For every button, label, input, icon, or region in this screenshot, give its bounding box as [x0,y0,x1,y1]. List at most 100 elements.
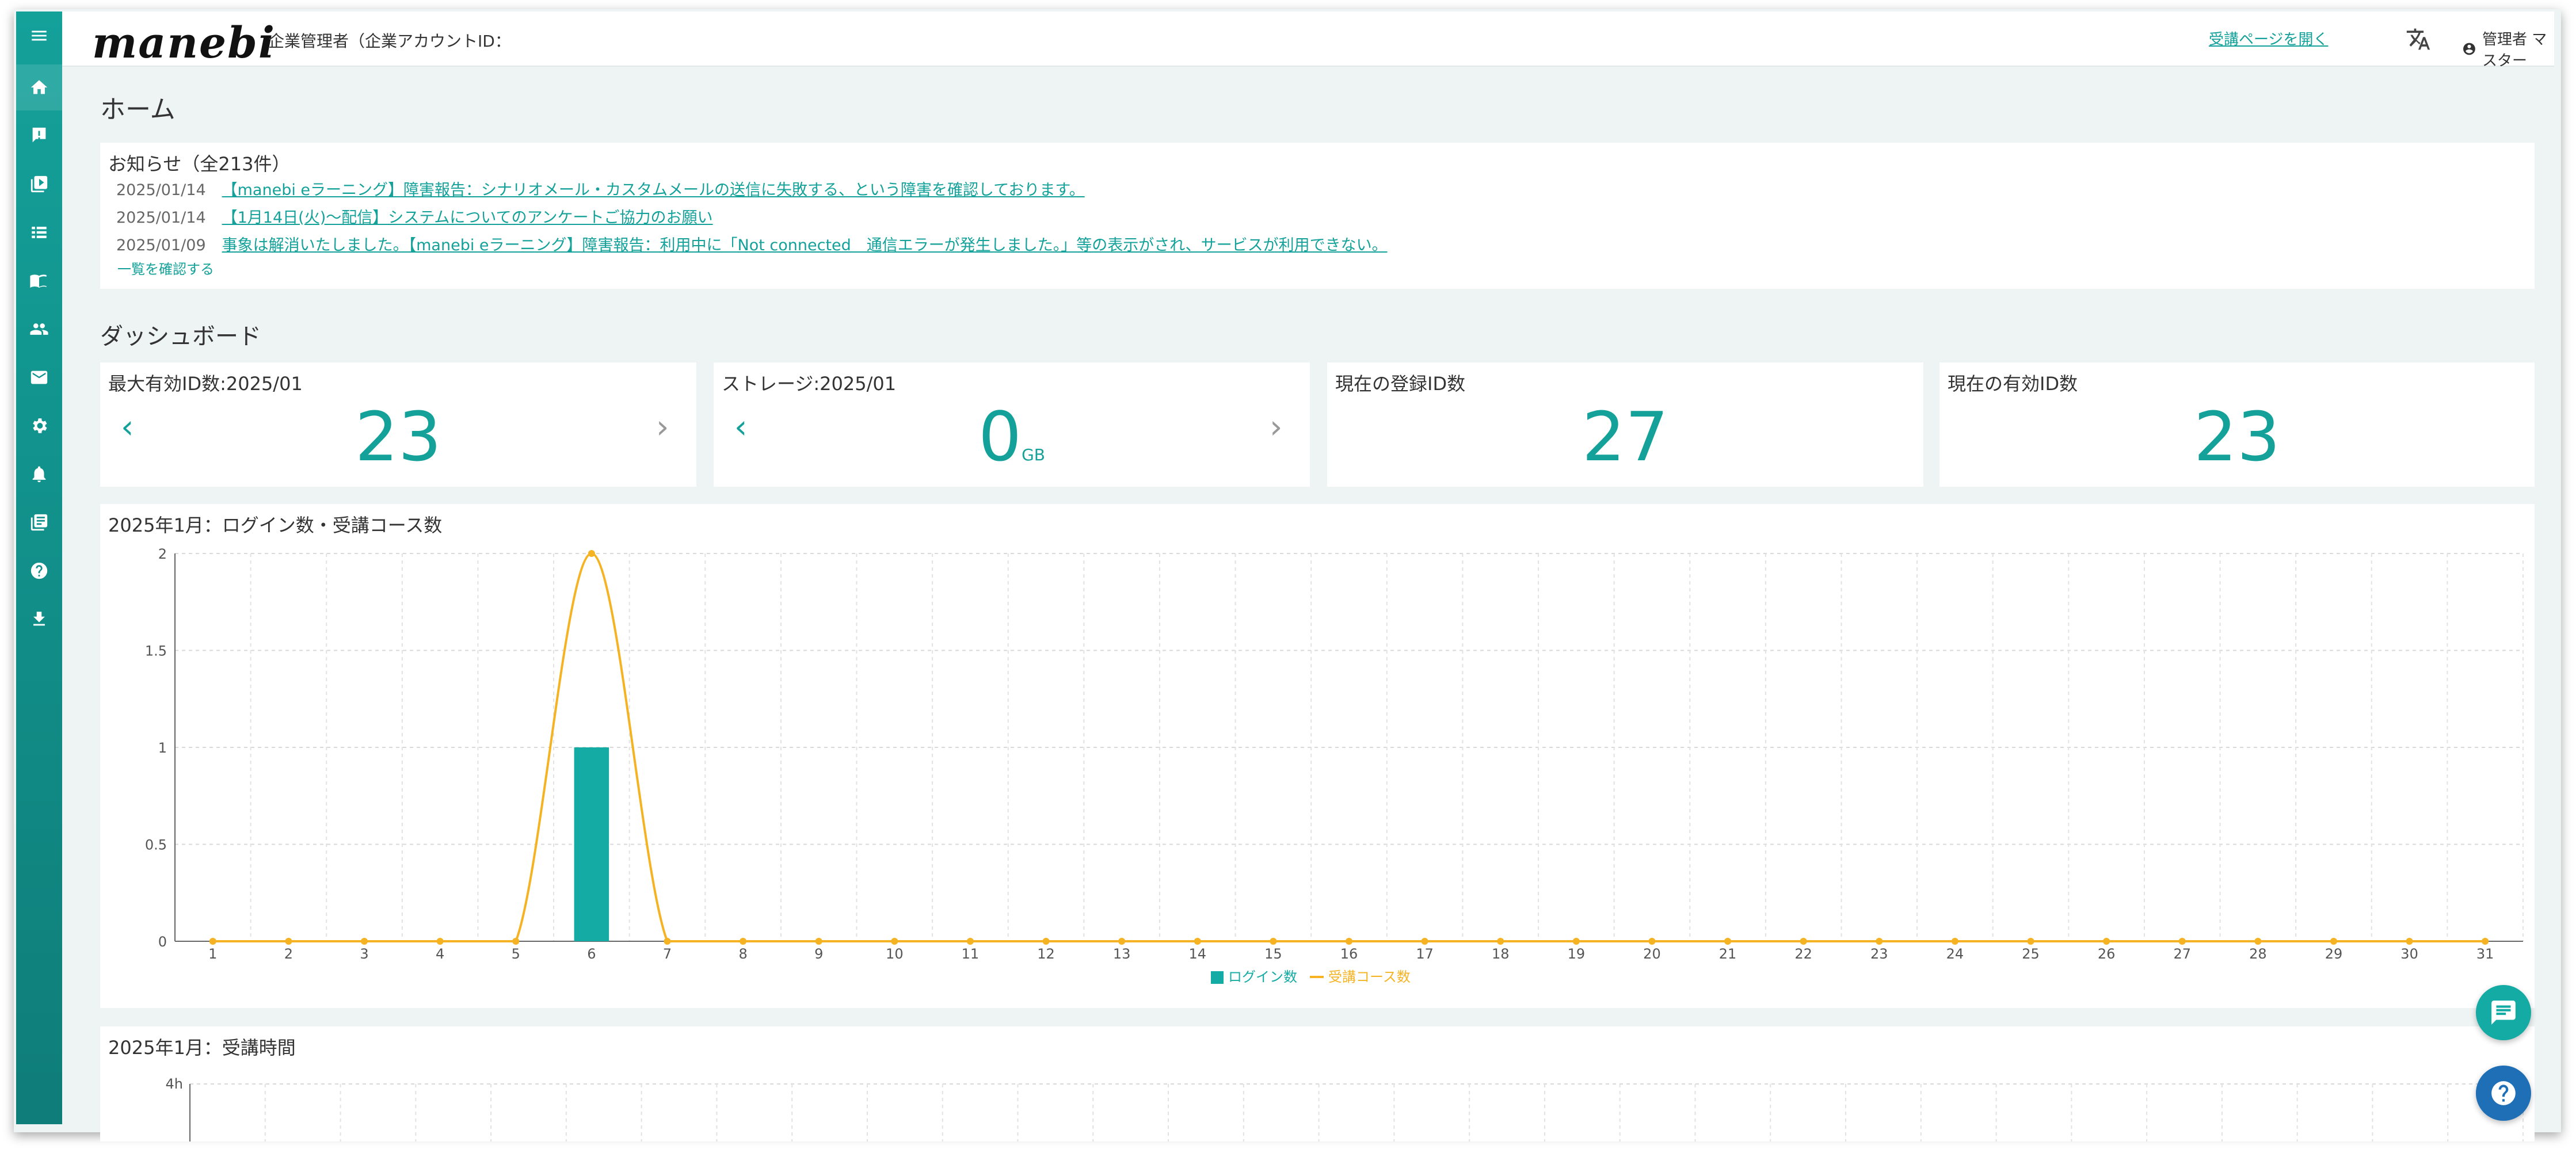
point-course-count[interactable] [2178,938,2186,945]
point-course-count[interactable] [2406,938,2413,945]
news-card: お知らせ（全213件） 2025/01/14 【manebi eラーニング】障害報… [100,143,2535,289]
book-icon[interactable] [16,258,62,304]
video-library-icon[interactable] [16,161,62,207]
point-course-count[interactable] [2027,938,2034,945]
point-course-count[interactable] [1270,938,1277,945]
menu-icon[interactable] [16,13,62,59]
point-course-count[interactable] [1648,938,1656,945]
users-icon[interactable] [16,306,62,352]
legend-label-course[interactable]: 受講コース数 [1328,969,1411,985]
see-all-news-link[interactable]: 一覧を確認する [117,258,214,278]
x-tick-label: 9 [814,946,823,962]
stat-card-max-active-ids: 最大有効ID数:2025/01 ‹ 23 › [100,362,696,487]
point-course-count[interactable] [2254,938,2262,945]
stat-value-group: 0GB [714,397,1310,476]
x-tick-label: 17 [1416,946,1434,962]
page-title: ホーム [100,95,176,124]
point-course-count[interactable] [1497,938,1504,945]
point-course-count[interactable] [2103,938,2110,945]
x-tick-label: 20 [1643,946,1661,962]
point-course-count[interactable] [891,938,898,945]
x-tick-label: 1 [208,946,217,962]
point-course-count[interactable] [436,938,444,945]
news-item: 2025/01/09 事象は解消いたしました。【manebi eラーニング】障害報… [116,232,1388,255]
stat-label: 最大有効ID数:2025/01 [108,373,303,395]
x-tick-label: 24 [1946,946,1964,962]
help-icon[interactable] [16,548,62,594]
library-books-icon[interactable] [16,499,62,545]
point-course-count[interactable] [740,938,747,945]
home-icon[interactable] [16,64,62,110]
chat-icon [2491,1001,2516,1025]
dashboard-title: ダッシュボード [100,323,261,350]
point-course-count[interactable] [361,938,368,945]
point-course-count[interactable] [1572,938,1580,945]
x-tick-label: 31 [2476,946,2494,962]
point-course-count[interactable] [285,938,292,945]
point-course-count[interactable] [1800,938,1807,945]
help-icon [2491,1081,2516,1105]
stat-unit: GB [1022,445,1045,464]
y-tick-label: 2 [158,546,167,562]
point-course-count[interactable] [1724,938,1732,945]
stat-card-active-ids: 現在の有効ID数 23 [1939,362,2535,487]
point-course-count[interactable] [1951,938,1958,945]
chevron-right-icon[interactable]: › [656,408,669,446]
gear-icon[interactable] [16,403,62,449]
bar-login-count[interactable] [574,747,609,941]
stat-label: ストレージ:2025/01 [722,373,897,395]
chat-button[interactable] [2476,985,2531,1040]
open-learner-page-link[interactable]: 受講ページを開く [2209,28,2328,49]
x-tick-label: 15 [1264,946,1282,962]
account-label: 企業管理者（企業アカウントID： [268,32,511,51]
news-date: 2025/01/14 [116,181,206,199]
point-course-count[interactable] [2482,938,2489,945]
news-item: 2025/01/14 【1月14日(火)〜配信】システムについてのアンケートご協力… [116,205,713,227]
list-icon[interactable] [16,209,62,255]
point-course-count[interactable] [815,938,822,945]
point-course-count[interactable] [664,938,671,945]
point-course-count[interactable] [966,938,974,945]
point-course-count[interactable] [1876,938,1883,945]
user-menu[interactable]: 管理者 マスター [2462,28,2554,70]
point-course-count[interactable] [1042,938,1050,945]
news-date: 2025/01/14 [116,209,206,227]
point-course-count[interactable] [1421,938,1428,945]
news-link[interactable]: 【1月14日(火)〜配信】システムについてのアンケートご協力のお願い [222,209,713,227]
translate-icon[interactable] [2406,26,2431,52]
x-tick-label: 22 [1794,946,1812,962]
point-course-count[interactable] [1118,938,1126,945]
bell-icon[interactable] [16,451,62,497]
news-link[interactable]: 事象は解消いたしました。【manebi eラーニング】障害報告：利用中に「Not… [222,236,1388,254]
x-tick-label: 2 [284,946,293,962]
point-course-count[interactable] [588,550,595,557]
chevron-right-icon[interactable]: › [1270,408,1282,446]
x-tick-label: 30 [2400,946,2418,962]
login-chart-card: 2025年1月：ログイン数・受講コース数 0 0.5 1 1.5 2 1 2 3 4 5 6 7 8 9 1… [100,504,2535,1008]
logo[interactable]: manebi [92,18,276,68]
point-course-count[interactable] [1346,938,1352,945]
legend-label-login[interactable]: ログイン数 [1228,969,1297,985]
feedback-icon[interactable] [16,113,62,159]
download-icon[interactable] [16,596,62,642]
stat-value: 27 [1582,397,1669,476]
mail-icon[interactable] [16,354,62,400]
point-course-count[interactable] [209,938,216,945]
y-tick-label: 1 [158,740,167,756]
x-tick-label: 3 [360,946,368,962]
news-item: 2025/01/14 【manebi eラーニング】障害報告：シナリオメール・カス… [116,177,1085,200]
study-time-chart: 4h [166,1076,2524,1141]
help-button[interactable] [2476,1066,2531,1121]
study-time-chart-card: 2025年1月：受講時間 4h [100,1026,2535,1141]
point-course-count[interactable] [2330,938,2337,945]
news-link[interactable]: 【manebi eラーニング】障害報告：シナリオメール・カスタムメールの送信に失… [222,181,1085,199]
y-tick-label: 0.5 [145,837,167,853]
x-tick-label: 8 [738,946,747,962]
x-tick-label: 28 [2249,946,2267,962]
user-name: 管理者 マスター [2482,31,2547,70]
point-course-count[interactable] [512,938,520,945]
stat-label: 現在の有効ID数 [1948,373,2078,395]
point-course-count[interactable] [1194,938,1201,945]
x-tick-label: 6 [587,946,596,962]
legend-swatch-login [1211,971,1224,984]
